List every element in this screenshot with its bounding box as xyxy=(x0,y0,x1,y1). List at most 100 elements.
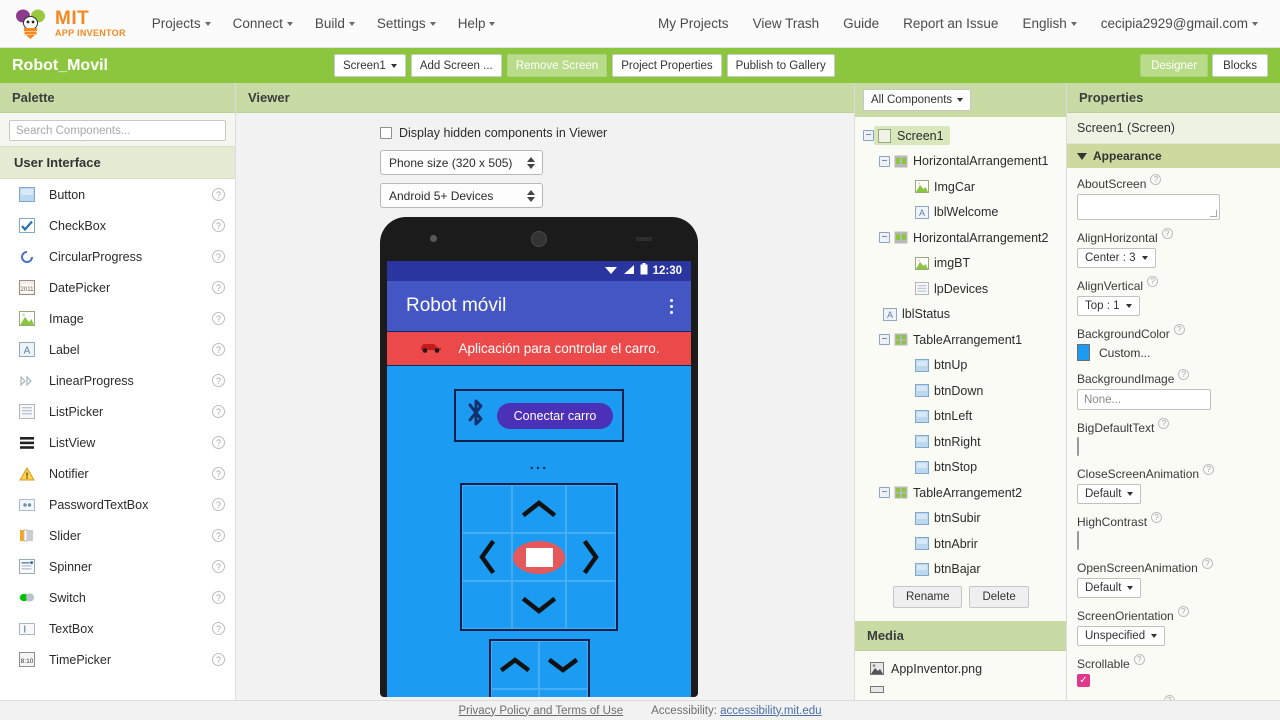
aboutscreen-textarea[interactable] xyxy=(1077,194,1220,220)
help-icon[interactable]: ? xyxy=(212,653,225,666)
add-screen-button[interactable]: Add Screen ... xyxy=(410,54,502,77)
palette-item-linearprogress[interactable]: LinearProgress ? xyxy=(0,365,235,396)
palette-item-notifier[interactable]: Notifier ? xyxy=(0,458,235,489)
help-icon[interactable]: ? xyxy=(212,219,225,232)
link-my-projects[interactable]: My Projects xyxy=(658,16,729,31)
tree-node-btnabrir[interactable]: btnAbrir xyxy=(855,531,1066,557)
publish-to-gallery-button[interactable]: Publish to Gallery xyxy=(726,54,835,77)
help-icon[interactable]: ? xyxy=(212,250,225,263)
project-properties-button[interactable]: Project Properties xyxy=(612,54,722,77)
alignvertical-dropdown[interactable]: Top : 1 xyxy=(1077,296,1140,316)
menu-build[interactable]: Build xyxy=(315,16,355,31)
help-icon[interactable]: ? xyxy=(1163,695,1175,700)
media-item-partial[interactable] xyxy=(855,679,1066,700)
display-hidden-components-row[interactable]: Display hidden components in Viewer xyxy=(380,126,854,140)
help-icon[interactable]: ? xyxy=(212,591,225,604)
help-icon[interactable]: ? xyxy=(1161,228,1173,239)
help-icon[interactable]: ? xyxy=(1203,464,1215,475)
palette-item-spinner[interactable]: Spinner ? xyxy=(0,551,235,582)
tree-node-horizontalarrangement1[interactable]: − HorizontalArrangement1 xyxy=(855,149,1066,175)
palette-item-listview[interactable]: ListView ? xyxy=(0,427,235,458)
menu-projects[interactable]: Projects xyxy=(152,16,211,31)
alignhorizontal-dropdown[interactable]: Center : 3 xyxy=(1077,248,1156,268)
openscreenanimation-dropdown[interactable]: Default xyxy=(1077,578,1142,598)
all-components-filter-button[interactable]: All Components xyxy=(863,89,972,111)
device-target-select[interactable]: Android 5+ Devices xyxy=(380,183,543,208)
tree-node-btnsubir[interactable]: btnSubir xyxy=(855,506,1066,532)
link-report-issue[interactable]: Report an Issue xyxy=(903,16,998,31)
btn-abrir[interactable] xyxy=(539,641,588,689)
blocks-mode-button[interactable]: Blocks xyxy=(1212,54,1268,77)
help-icon[interactable]: ? xyxy=(212,498,225,511)
help-icon[interactable]: ? xyxy=(1178,369,1190,380)
help-icon[interactable]: ? xyxy=(1151,512,1163,523)
tree-node-btnright[interactable]: btnRight xyxy=(855,429,1066,455)
tree-node-horizontalarrangement2[interactable]: − HorizontalArrangement2 xyxy=(855,225,1066,251)
backgroundimage-input[interactable]: None... xyxy=(1077,389,1211,410)
menu-settings[interactable]: Settings xyxy=(377,16,436,31)
help-icon[interactable]: ? xyxy=(212,281,225,294)
help-icon[interactable]: ? xyxy=(1173,324,1185,335)
tree-node-lblwelcome[interactable]: A lblWelcome xyxy=(855,200,1066,226)
rename-component-button[interactable]: Rename xyxy=(893,586,963,608)
palette-item-timepicker[interactable]: 8:10 TimePicker ? xyxy=(0,644,235,675)
delete-component-button[interactable]: Delete xyxy=(969,586,1029,608)
tree-node-btnup[interactable]: btnUp xyxy=(855,353,1066,379)
help-icon[interactable]: ? xyxy=(212,467,225,480)
expander-icon[interactable]: − xyxy=(863,130,874,142)
closescreenanimation-dropdown[interactable]: Default xyxy=(1077,484,1142,504)
help-icon[interactable]: ? xyxy=(1177,606,1189,617)
properties-section-appearance[interactable]: Appearance xyxy=(1067,144,1280,168)
welcome-banner-arrangement[interactable]: Aplicación para controlar el carro. xyxy=(387,331,691,366)
expander-icon[interactable]: − xyxy=(879,155,890,167)
language-selector[interactable]: English xyxy=(1022,16,1077,31)
search-components-input[interactable] xyxy=(9,120,226,141)
btn-left[interactable] xyxy=(462,533,512,581)
backgroundcolor-picker[interactable]: Custom... xyxy=(1077,344,1270,361)
palette-category-user-interface[interactable]: User Interface xyxy=(0,146,235,179)
btn-extra-right[interactable] xyxy=(539,689,588,697)
help-icon[interactable]: ? xyxy=(212,343,225,356)
tree-node-btnstop[interactable]: btnStop xyxy=(855,455,1066,481)
connect-car-listpicker[interactable]: Conectar carro xyxy=(496,402,614,429)
palette-item-image[interactable]: Image ? xyxy=(0,303,235,334)
designer-mode-button[interactable]: Designer xyxy=(1140,54,1209,77)
scrollable-checkbox[interactable]: ✓ xyxy=(1077,674,1090,687)
remove-screen-button[interactable]: Remove Screen xyxy=(506,54,608,77)
tree-node-btnleft[interactable]: btnLeft xyxy=(855,404,1066,430)
mit-app-inventor-logo[interactable]: MIT APP INVENTOR xyxy=(14,9,126,39)
overflow-menu-icon[interactable] xyxy=(666,295,677,318)
help-icon[interactable]: ? xyxy=(212,188,225,201)
palette-item-passwordtextbox[interactable]: PasswordTextBox ? xyxy=(0,489,235,520)
bigdefaulttext-checkbox[interactable] xyxy=(1077,437,1079,456)
highcontrast-checkbox[interactable] xyxy=(1077,531,1079,550)
btn-subir[interactable] xyxy=(490,641,539,689)
palette-item-slider[interactable]: Slider ? xyxy=(0,520,235,551)
tree-node-imgbt[interactable]: imgBT xyxy=(855,251,1066,277)
expander-icon[interactable]: − xyxy=(879,232,890,244)
tree-node-btnbajar[interactable]: btnBajar xyxy=(855,557,1066,583)
privacy-policy-link[interactable]: Privacy Policy and Terms of Use xyxy=(458,705,623,717)
menu-help[interactable]: Help xyxy=(458,16,496,31)
tree-node-lblstatus[interactable]: A lblStatus xyxy=(855,302,1066,328)
screenorientation-dropdown[interactable]: Unspecified xyxy=(1077,626,1166,646)
help-icon[interactable]: ? xyxy=(212,436,225,449)
help-icon[interactable]: ? xyxy=(1150,174,1162,185)
palette-item-circularprogress[interactable]: CircularProgress ? xyxy=(0,241,235,272)
help-icon[interactable]: ? xyxy=(212,312,225,325)
help-icon[interactable]: ? xyxy=(212,529,225,542)
media-item-appinventor-png[interactable]: AppInventor.png xyxy=(855,658,1066,679)
screen-selector-button[interactable]: Screen1 xyxy=(334,54,406,77)
help-icon[interactable]: ? xyxy=(212,622,225,635)
tree-node-lpdevices[interactable]: lpDevices xyxy=(855,276,1066,302)
btn-up[interactable] xyxy=(512,485,566,533)
tree-node-imgcar[interactable]: ImgCar xyxy=(855,174,1066,200)
account-menu[interactable]: cecipia2929@gmail.com xyxy=(1101,16,1258,31)
help-icon[interactable]: ? xyxy=(212,560,225,573)
tree-node-tablearrangement1[interactable]: − TableArrangement1 xyxy=(855,327,1066,353)
palette-item-textbox[interactable]: TextBox ? xyxy=(0,613,235,644)
help-icon[interactable]: ? xyxy=(212,405,225,418)
display-hidden-components-checkbox[interactable] xyxy=(380,127,392,139)
help-icon[interactable]: ? xyxy=(1133,654,1145,665)
expander-icon[interactable]: − xyxy=(879,487,890,499)
